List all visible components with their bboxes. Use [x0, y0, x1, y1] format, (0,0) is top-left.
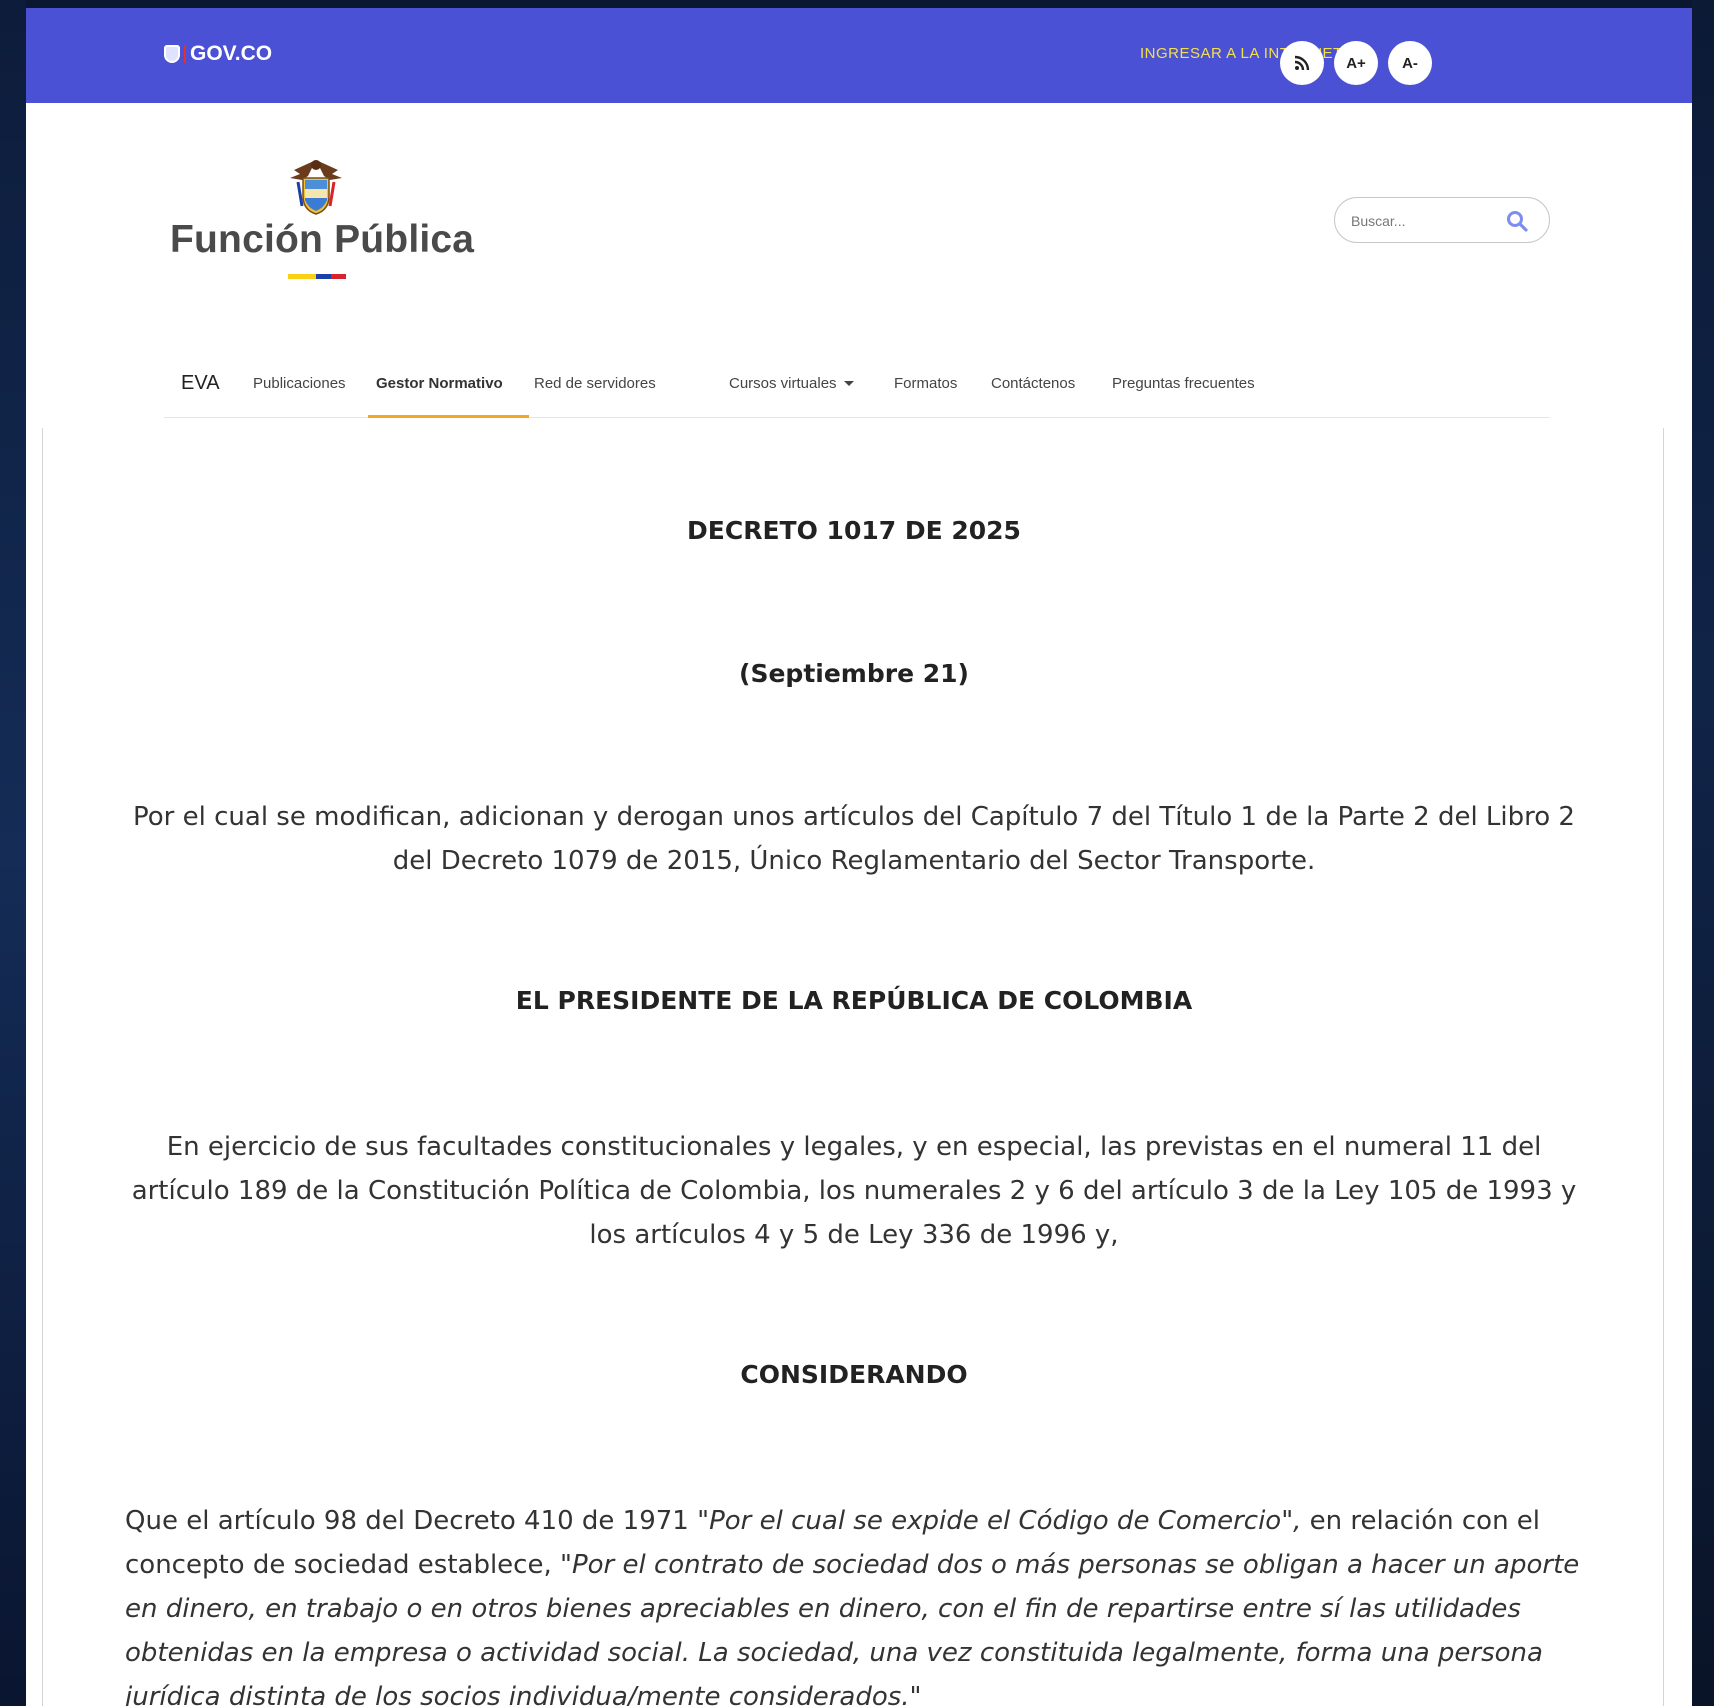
nav-active-underline [368, 415, 529, 418]
nav-item-cursos-virtuales[interactable]: Cursos virtuales [729, 348, 854, 418]
considerando-heading: CONSIDERANDO [740, 1360, 968, 1389]
colombia-coat-of-arms-icon [290, 160, 342, 215]
nav-item-formatos[interactable]: Formatos [894, 348, 957, 418]
search-input[interactable] [1351, 210, 1501, 232]
font-decrease-button[interactable]: A- [1388, 41, 1432, 85]
decree-faculties: En ejercicio de sus facultades constituc… [131, 1132, 1577, 1250]
para1-intro: Que el artículo 98 del Decreto 410 de 19… [125, 1506, 698, 1536]
page: GOV.CO INGRESAR A LA INTRANET A+ A- Func… [26, 8, 1692, 1706]
decree-title: DECRETO 1017 DE 2025 [687, 516, 1021, 545]
brand-name[interactable]: Función Pública [170, 218, 474, 262]
font-increase-button[interactable]: A+ [1334, 41, 1378, 85]
govco-label: GOV.CO [190, 42, 273, 65]
nav-item-eva[interactable]: EVA [181, 348, 220, 418]
govco-shield-icon [164, 45, 180, 63]
caret-down-icon [843, 380, 854, 386]
nav-item-red-de-servidores[interactable]: Red de servidores [534, 348, 656, 418]
nav-item-publicaciones[interactable]: Publicaciones [253, 348, 346, 418]
nav-item-cursos-virtuales-label: Cursos virtuales [729, 374, 837, 392]
rss-button[interactable] [1280, 41, 1324, 85]
govco-logo[interactable]: GOV.CO [164, 42, 272, 66]
considerando-paragraph-1: Que el artículo 98 del Decreto 410 de 19… [125, 1499, 1587, 1706]
decree-authority: EL PRESIDENTE DE LA REPÚBLICA DE COLOMBI… [515, 986, 1193, 1015]
rss-icon [1294, 55, 1310, 71]
para1-quote-1: "Por el cual se expide el Código de Come… [697, 1506, 1302, 1536]
nav-item-preguntas-frecuentes[interactable]: Preguntas frecuentes [1112, 348, 1255, 418]
search-icon[interactable] [1505, 209, 1529, 233]
search-box [1334, 197, 1550, 243]
decree-date: (Septiembre 21) [739, 659, 969, 688]
govco-separator [184, 45, 186, 63]
document-body: DECRETO 1017 DE 2025 (Septiembre 21) Por… [42, 428, 1664, 1706]
main-nav: EVA Publicaciones Gestor Normativo Red d… [164, 348, 1550, 418]
background-left [0, 0, 26, 1706]
flag-stripe [288, 274, 346, 279]
decree-summary: Por el cual se modifican, adicionan y de… [133, 802, 1575, 876]
top-bar: GOV.CO INGRESAR A LA INTRANET A+ A- [26, 8, 1692, 103]
nav-item-contactenos[interactable]: Contáctenos [991, 348, 1075, 418]
background-right [1692, 0, 1714, 1706]
nav-item-gestor-normativo[interactable]: Gestor Normativo [376, 348, 503, 418]
